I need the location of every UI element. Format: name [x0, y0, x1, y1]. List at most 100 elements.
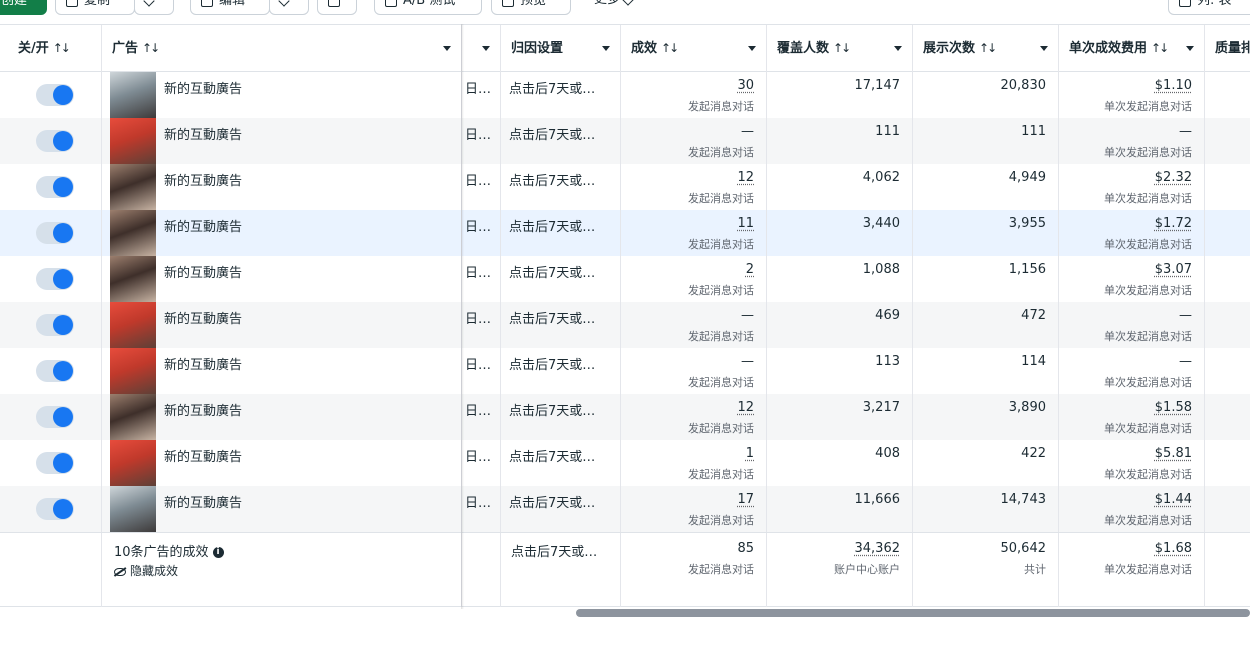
table-row[interactable]: 新的互動廣告 日… 点击后7天或… 17 发起消息对话 11,666 14,74… [0, 486, 1250, 532]
ad-toggle-switch[interactable] [36, 268, 74, 290]
delete-button[interactable] [317, 0, 357, 15]
ad-name[interactable]: 新的互動廣告 [164, 216, 242, 235]
ad-name[interactable]: 新的互動廣告 [164, 492, 242, 511]
sort-icon[interactable]: ↑↓ [833, 41, 851, 55]
duplicate-dropdown-button[interactable] [134, 0, 174, 15]
ad-toggle-switch[interactable] [36, 406, 74, 428]
results-value[interactable]: 12 [737, 170, 754, 185]
ad-name[interactable]: 新的互動廣告 [164, 78, 242, 97]
column-header-reach[interactable]: 覆盖人数 ↑↓ [767, 25, 913, 72]
table-row[interactable]: 新的互動廣告 日… 点击后7天或… 30 发起消息对话 17,147 20,83… [0, 72, 1250, 118]
ad-toggle-switch[interactable] [36, 130, 74, 152]
ad-name[interactable]: 新的互動廣告 [164, 262, 242, 281]
caret-down-icon[interactable] [602, 46, 610, 51]
ad-cell[interactable]: 新的互動廣告 [102, 302, 462, 348]
columns-button[interactable]: 列: 表 [1168, 0, 1250, 15]
horizontal-scrollbar[interactable] [576, 609, 1250, 617]
ad-cell[interactable]: 新的互動廣告 [102, 256, 462, 302]
ad-cell[interactable]: 新的互動廣告 [102, 394, 462, 440]
column-header-toggle[interactable]: 关/开 ↑↓ [0, 25, 102, 72]
ad-thumbnail[interactable] [110, 210, 156, 256]
column-header-ad[interactable]: 广告 ↑↓ [102, 25, 462, 72]
table-row[interactable]: 新的互動廣告 日… 点击后7天或… 12 发起消息对话 3,217 3,890 … [0, 394, 1250, 440]
ad-cell[interactable]: 新的互動廣告 [102, 210, 462, 256]
cost-value[interactable]: $1.58 [1155, 400, 1192, 415]
ab-test-button[interactable]: A/B 测试 [374, 0, 482, 15]
ad-thumbnail[interactable] [110, 256, 156, 302]
ad-thumbnail[interactable] [110, 72, 156, 118]
cost-value[interactable]: $3.07 [1155, 262, 1192, 277]
ad-thumbnail[interactable] [110, 440, 156, 486]
table-row[interactable]: 新的互動廣告 日… 点击后7天或… — 发起消息对话 469 472 — 单次发… [0, 302, 1250, 348]
column-header-results[interactable]: 成效 ↑↓ [621, 25, 767, 72]
sort-icon[interactable]: ↑↓ [1151, 41, 1169, 55]
results-value[interactable]: 2 [746, 262, 754, 277]
results-value[interactable]: 17 [737, 492, 754, 507]
caret-down-icon[interactable] [1186, 46, 1194, 51]
ad-name[interactable]: 新的互動廣告 [164, 308, 242, 327]
ad-toggle-switch[interactable] [36, 452, 74, 474]
table-row[interactable]: 新的互動廣告 日… 点击后7天或… 12 发起消息对话 4,062 4,949 … [0, 164, 1250, 210]
column-header-cost-per-result[interactable]: 单次成效费用 ↑↓ [1059, 25, 1205, 72]
duplicate-button[interactable]: 复制 [55, 0, 135, 15]
results-value[interactable]: 1 [746, 446, 754, 461]
results-value[interactable]: 11 [737, 216, 754, 231]
column-header-quality[interactable]: 质量排 [1205, 25, 1250, 72]
cost-value[interactable]: $1.44 [1155, 492, 1192, 507]
sort-icon[interactable]: ↑↓ [142, 41, 160, 55]
cost-value[interactable]: $1.10 [1155, 78, 1192, 93]
table-row[interactable]: 新的互動廣告 日… 点击后7天或… 2 发起消息对话 1,088 1,156 $… [0, 256, 1250, 302]
info-icon[interactable]: i [212, 547, 224, 558]
ad-name[interactable]: 新的互動廣告 [164, 446, 242, 465]
ad-cell[interactable]: 新的互動廣告 [102, 72, 462, 118]
table-row[interactable]: 新的互動廣告 日… 点击后7天或… 1 发起消息对话 408 422 $5.81… [0, 440, 1250, 486]
ad-toggle-switch[interactable] [36, 84, 74, 106]
sort-icon[interactable]: ↑↓ [979, 41, 997, 55]
results-value[interactable]: 12 [737, 400, 754, 415]
edit-button[interactable]: 编辑 [190, 0, 270, 15]
ad-toggle-switch[interactable] [36, 314, 74, 336]
ad-name[interactable]: 新的互動廣告 [164, 400, 242, 419]
ad-thumbnail[interactable] [110, 302, 156, 348]
sort-icon[interactable]: ↑↓ [53, 41, 71, 55]
cost-value[interactable]: $2.32 [1155, 170, 1192, 185]
more-button[interactable]: 更多 [584, 0, 654, 15]
ad-cell[interactable]: 新的互動廣告 [102, 348, 462, 394]
sort-icon[interactable]: ↑↓ [661, 41, 679, 55]
ad-thumbnail[interactable] [110, 164, 156, 210]
caret-down-icon[interactable] [1040, 46, 1048, 51]
ad-thumbnail[interactable] [110, 348, 156, 394]
caret-down-icon[interactable] [443, 46, 451, 51]
ad-cell[interactable]: 新的互動廣告 [102, 440, 462, 486]
column-header-attribution[interactable]: 归因设置 [501, 25, 621, 72]
column-header-impressions[interactable]: 展示次数 ↑↓ [913, 25, 1059, 72]
caret-down-icon[interactable] [748, 46, 756, 51]
create-button[interactable]: 创建 [0, 0, 47, 15]
preview-button[interactable]: 预览 [491, 0, 571, 15]
table-row[interactable]: 新的互動廣告 日… 点击后7天或… — 发起消息对话 113 114 — 单次发… [0, 348, 1250, 394]
caret-down-icon[interactable] [894, 46, 902, 51]
ad-thumbnail[interactable] [110, 486, 156, 532]
ad-toggle-switch[interactable] [36, 498, 74, 520]
ad-thumbnail[interactable] [110, 394, 156, 440]
table-row[interactable]: 新的互動廣告 日… 点击后7天或… 11 发起消息对话 3,440 3,955 … [0, 210, 1250, 256]
ad-cell[interactable]: 新的互動廣告 [102, 118, 462, 164]
column-header-bid[interactable] [462, 25, 501, 72]
edit-dropdown-button[interactable] [269, 0, 309, 15]
cost-value[interactable]: $1.72 [1155, 216, 1192, 231]
ad-thumbnail[interactable] [110, 118, 156, 164]
table-row[interactable]: 新的互動廣告 日… 点击后7天或… — 发起消息对话 111 111 — 单次发… [0, 118, 1250, 164]
ad-toggle-switch[interactable] [36, 222, 74, 244]
ad-name[interactable]: 新的互動廣告 [164, 170, 242, 189]
ad-toggle-switch[interactable] [36, 360, 74, 382]
hide-results-link[interactable]: 隐藏成效 [114, 562, 178, 579]
column-title: 质量排 [1215, 41, 1250, 56]
caret-down-icon[interactable] [482, 46, 490, 51]
ad-toggle-switch[interactable] [36, 176, 74, 198]
ad-cell[interactable]: 新的互動廣告 [102, 486, 462, 532]
ad-cell[interactable]: 新的互動廣告 [102, 164, 462, 210]
ad-name[interactable]: 新的互動廣告 [164, 354, 242, 373]
ad-name[interactable]: 新的互動廣告 [164, 124, 242, 143]
cost-value[interactable]: $5.81 [1155, 446, 1192, 461]
results-value[interactable]: 30 [737, 78, 754, 93]
